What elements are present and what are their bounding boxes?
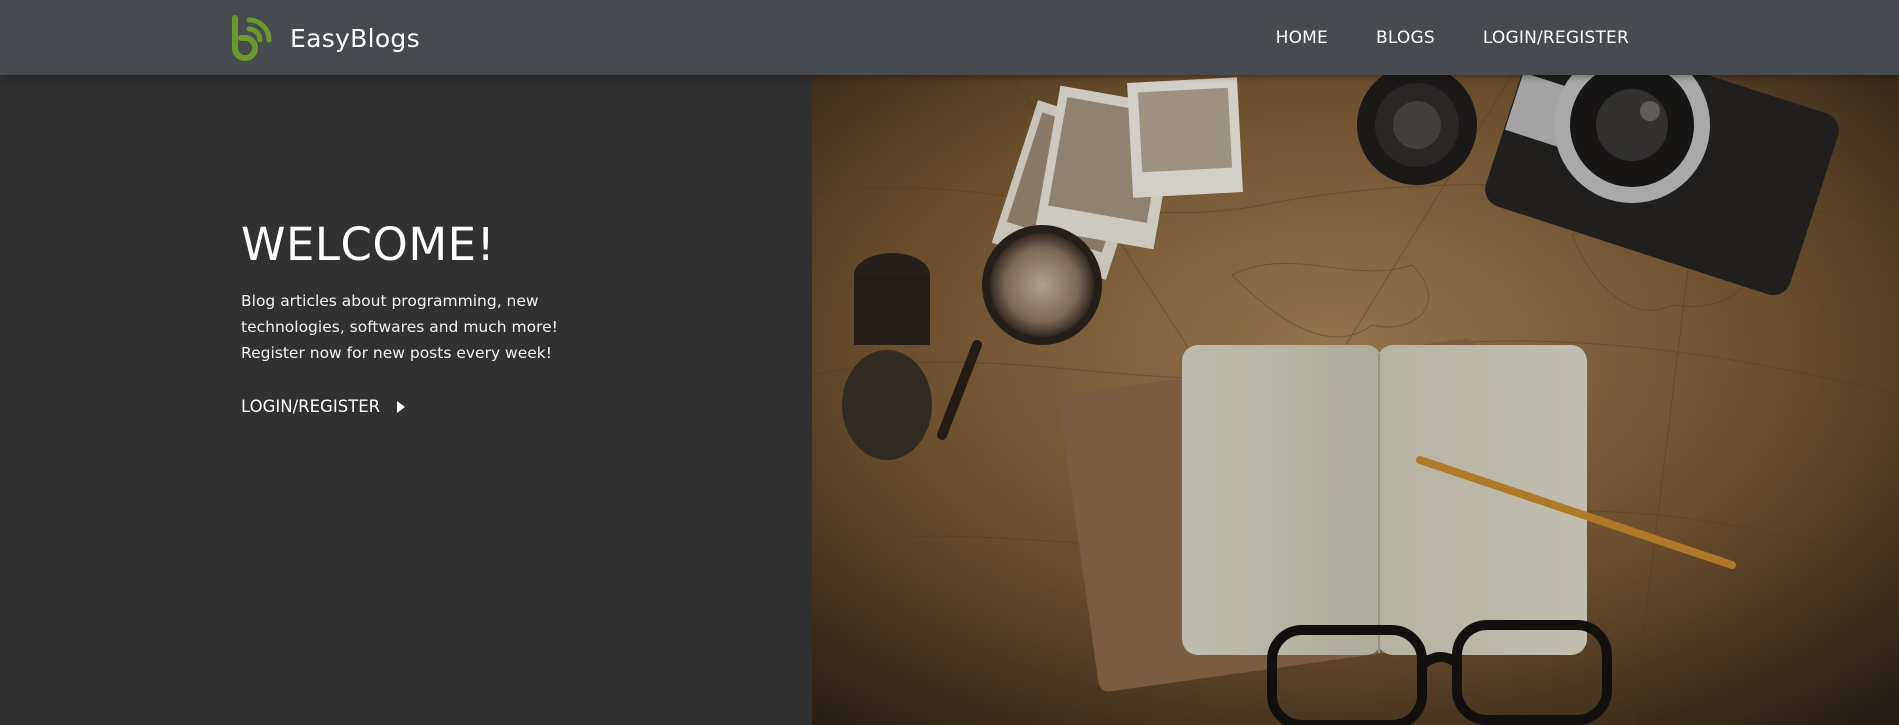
welcome-line-3: Register now for new posts every week! bbox=[241, 344, 552, 362]
brand-name: EasyBlogs bbox=[290, 23, 420, 53]
play-arrow-icon bbox=[397, 400, 406, 413]
brand[interactable]: EasyBlogs bbox=[227, 14, 420, 62]
welcome-line-1: Blog articles about programming, new bbox=[241, 292, 539, 310]
cta-label: LOGIN/REGISTER bbox=[241, 397, 381, 416]
welcome-description: Blog articles about programming, new tec… bbox=[241, 288, 601, 366]
photo-overlay-shape bbox=[812, 75, 1899, 725]
blog-b-logo-icon bbox=[232, 15, 272, 61]
main-nav: HOME BLOGS LOGIN/REGISTER bbox=[1228, 0, 1629, 75]
top-navbar: EasyBlogs HOME BLOGS LOGIN/REGISTER bbox=[0, 0, 1899, 75]
hero-photo bbox=[812, 75, 1899, 725]
welcome-title: WELCOME! bbox=[241, 218, 496, 271]
nav-blogs-link[interactable]: BLOGS bbox=[1376, 28, 1435, 48]
login-register-cta-button[interactable]: LOGIN/REGISTER bbox=[241, 397, 406, 416]
welcome-line-2: technologies, softwares and much more! bbox=[241, 318, 558, 336]
hero-photo-illustration bbox=[812, 75, 1899, 725]
nav-home-link[interactable]: HOME bbox=[1276, 28, 1328, 48]
nav-login-register-link[interactable]: LOGIN/REGISTER bbox=[1483, 28, 1629, 48]
